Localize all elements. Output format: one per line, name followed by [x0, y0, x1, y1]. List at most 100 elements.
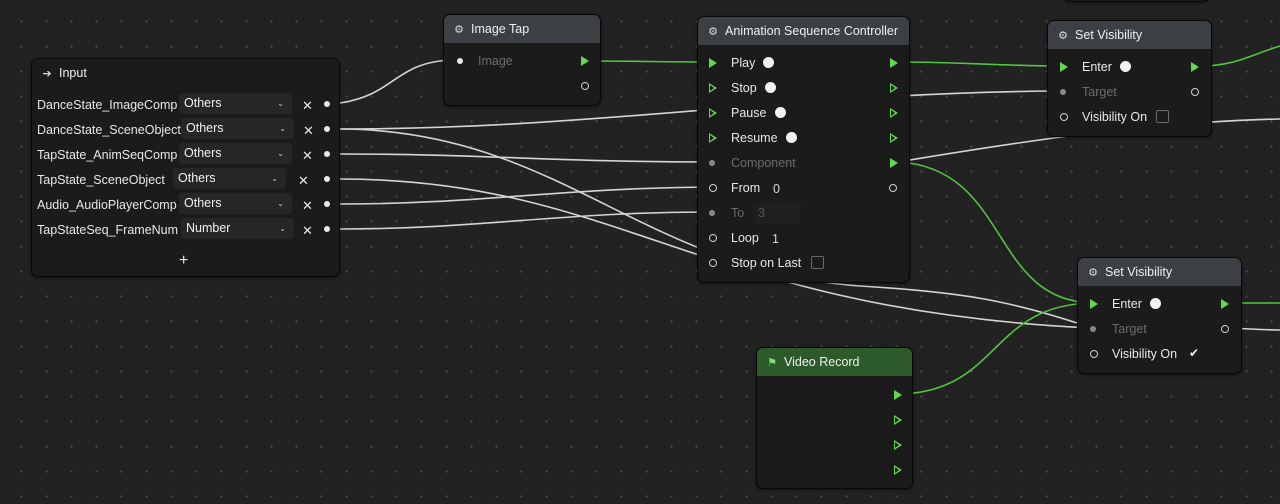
- remove-row-button[interactable]: ✕: [303, 124, 314, 138]
- visibility-input-port[interactable]: [1090, 350, 1098, 358]
- to-label: To: [731, 206, 745, 220]
- output-port[interactable]: [324, 126, 330, 132]
- video-record-title: Video Record: [784, 355, 860, 369]
- type-select[interactable]: Others ⌄: [179, 193, 292, 214]
- pause-label: Pause: [731, 106, 767, 120]
- remove-row-button[interactable]: ✕: [302, 199, 313, 213]
- component-output-port[interactable]: [890, 158, 898, 168]
- output-port[interactable]: [324, 176, 330, 182]
- partial-node-top[interactable]: [1063, 0, 1210, 2]
- pause-input-port[interactable]: [709, 108, 717, 118]
- stop-output-port[interactable]: [890, 83, 898, 93]
- stop-trigger-button[interactable]: [765, 82, 776, 93]
- play-label: Play: [731, 56, 756, 70]
- exec-output-port[interactable]: [894, 465, 902, 475]
- enter-trigger-button[interactable]: [1120, 61, 1131, 72]
- exec-output-port[interactable]: [894, 415, 902, 425]
- gear-icon: ⚙: [1058, 29, 1068, 42]
- data-output-port[interactable]: [1191, 88, 1199, 96]
- data-output-port[interactable]: [581, 82, 589, 90]
- input-node-header[interactable]: ➔ Input: [32, 59, 339, 87]
- pause-trigger-button[interactable]: [775, 107, 786, 118]
- output-port[interactable]: [324, 151, 330, 157]
- resume-input-port[interactable]: [709, 133, 717, 143]
- set-visibility-header[interactable]: ⚙ Set Visibility: [1078, 258, 1241, 286]
- component-input-port[interactable]: [709, 160, 715, 166]
- to-input-port[interactable]: [709, 210, 715, 216]
- type-select[interactable]: Others ⌄: [179, 93, 292, 114]
- target-input-port[interactable]: [1060, 89, 1066, 95]
- play-trigger-button[interactable]: [763, 57, 774, 68]
- component-label: Component: [731, 156, 796, 170]
- input-row-name: DanceState_SceneObject: [37, 123, 181, 137]
- pause-output-port[interactable]: [890, 108, 898, 118]
- set-visibility-node-1[interactable]: ⚙ Set Visibility Enter Target Visibility…: [1047, 20, 1212, 137]
- gear-icon: ⚙: [708, 25, 718, 38]
- play-input-port[interactable]: [709, 58, 717, 68]
- remove-row-button[interactable]: ✕: [302, 149, 313, 163]
- chevron-down-icon: ⌄: [279, 124, 286, 133]
- exec-output-port[interactable]: [1221, 299, 1229, 309]
- enter-input-port[interactable]: [1090, 299, 1098, 309]
- data-output-port[interactable]: [1221, 325, 1229, 333]
- image-tap-node[interactable]: ⚙ Image Tap Image: [443, 14, 601, 106]
- loop-label: Loop: [731, 231, 759, 245]
- image-input-port[interactable]: [457, 58, 463, 64]
- resume-trigger-button[interactable]: [786, 132, 797, 143]
- stop-on-last-input-port[interactable]: [709, 259, 717, 267]
- input-row-name: DanceState_ImageComp: [37, 98, 178, 112]
- exec-output-port[interactable]: [1191, 62, 1199, 72]
- to-value-field[interactable]: 3: [753, 202, 801, 224]
- anim-seq-header[interactable]: ⚙ Animation Sequence Controller: [698, 17, 909, 45]
- remove-row-button[interactable]: ✕: [298, 174, 309, 188]
- visibility-on-checkbox-checked[interactable]: ✔: [1189, 346, 1199, 360]
- exec-output-port[interactable]: [581, 56, 589, 66]
- stop-input-port[interactable]: [709, 83, 717, 93]
- enter-arrow-icon: ➔: [42, 67, 52, 80]
- gear-icon: ⚙: [1088, 266, 1098, 279]
- wire-enter1-out: [1199, 45, 1280, 67]
- exec-output-port[interactable]: [894, 440, 902, 450]
- type-select[interactable]: Others ⌄: [181, 118, 294, 139]
- resume-output-port[interactable]: [890, 133, 898, 143]
- remove-row-button[interactable]: ✕: [302, 99, 313, 113]
- input-node[interactable]: ➔ Input DanceState_ImageComp Others ⌄ ✕ D…: [31, 58, 340, 277]
- from-value-field[interactable]: 0: [773, 181, 780, 197]
- type-select[interactable]: Number ⌄: [181, 218, 294, 239]
- wire-imagecomp-to-image: [339, 59, 453, 104]
- loop-input-port[interactable]: [709, 234, 717, 242]
- wire-component-to-enter2: [899, 161, 1093, 304]
- enter-trigger-button[interactable]: [1150, 298, 1161, 309]
- visibility-input-port[interactable]: [1060, 113, 1068, 121]
- gear-icon: ⚙: [454, 23, 464, 36]
- add-input-button[interactable]: +: [179, 253, 188, 269]
- set-visibility-header[interactable]: ⚙ Set Visibility: [1048, 21, 1211, 49]
- type-select[interactable]: Others ⌄: [179, 143, 292, 164]
- image-tap-title: Image Tap: [471, 22, 530, 36]
- enter-input-port[interactable]: [1060, 62, 1068, 72]
- from-input-port[interactable]: [709, 184, 717, 192]
- output-port[interactable]: [324, 201, 330, 207]
- data-output-port[interactable]: [889, 184, 897, 192]
- play-output-port[interactable]: [890, 58, 898, 68]
- stop-on-last-checkbox[interactable]: [811, 256, 824, 269]
- set-visibility-node-2[interactable]: ⚙ Set Visibility Enter Target Visibility…: [1077, 257, 1242, 374]
- from-label: From: [731, 181, 761, 195]
- chevron-down-icon: ⌄: [277, 149, 284, 158]
- video-record-header[interactable]: ⚑ Video Record: [757, 348, 912, 376]
- animation-sequence-controller-node[interactable]: ⚙ Animation Sequence Controller Play Sto…: [697, 16, 910, 283]
- image-tap-header[interactable]: ⚙ Image Tap: [444, 15, 600, 43]
- remove-row-button[interactable]: ✕: [302, 224, 313, 238]
- chevron-down-icon: ⌄: [271, 174, 278, 183]
- output-port[interactable]: [324, 226, 330, 232]
- target-input-port[interactable]: [1090, 326, 1096, 332]
- loop-value-field[interactable]: 1: [772, 231, 779, 247]
- video-record-node[interactable]: ⚑ Video Record: [756, 347, 913, 489]
- output-port[interactable]: [324, 101, 330, 107]
- stop-on-last-label: Stop on Last: [731, 256, 802, 270]
- visibility-on-checkbox[interactable]: [1156, 110, 1169, 123]
- exec-output-port[interactable]: [894, 390, 902, 400]
- set-visibility-title: Set Visibility: [1105, 265, 1173, 279]
- anim-seq-title: Animation Sequence Controller: [725, 24, 899, 38]
- type-select[interactable]: Others ⌄: [173, 168, 286, 189]
